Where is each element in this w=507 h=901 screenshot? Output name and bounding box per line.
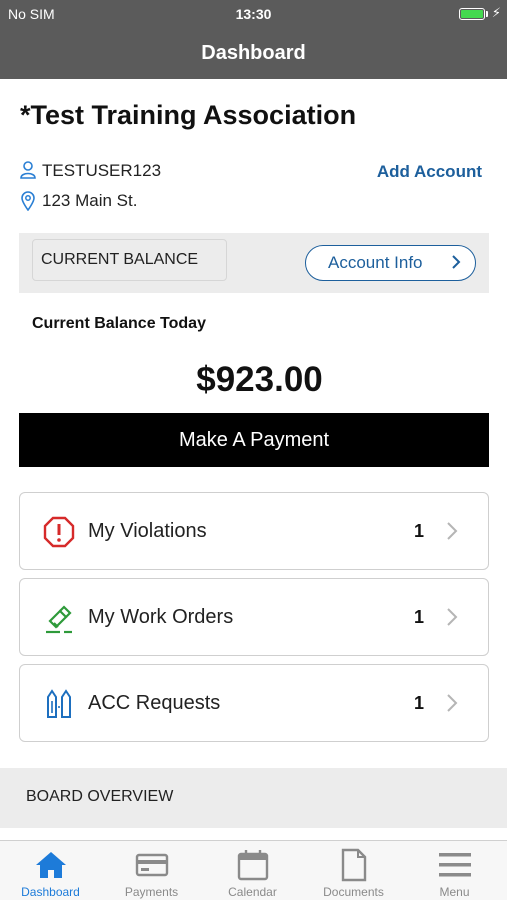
tab-payments[interactable]: Payments <box>101 841 202 901</box>
account-info-button[interactable]: Account Info <box>305 245 476 281</box>
tab-label: Dashboard <box>21 885 80 899</box>
address: 123 Main St. <box>42 191 138 210</box>
document-icon <box>340 847 368 883</box>
balance-header: CURRENT BALANCE Account Info <box>19 233 489 293</box>
association-name: *Test Training Association <box>20 100 357 130</box>
credit-card-icon <box>135 847 169 883</box>
tab-label: Documents <box>323 885 384 899</box>
user-icon <box>20 161 36 181</box>
tab-label: Calendar <box>228 885 277 899</box>
tab-dashboard[interactable]: Dashboard <box>0 841 101 901</box>
tab-documents[interactable]: Documents <box>303 841 404 901</box>
tab-label: Payments <box>124 885 179 899</box>
make-payment-button[interactable]: Make A Payment <box>19 413 489 467</box>
battery-icon <box>459 8 485 20</box>
chevron-right-icon <box>446 521 458 546</box>
username-row: TESTUSER123 <box>20 161 161 181</box>
acc-request-icon <box>42 687 76 721</box>
clock: 13:30 <box>235 6 272 22</box>
acc-requests-label: ACC Requests <box>88 692 221 714</box>
hamburger-menu-icon <box>438 847 472 883</box>
chevron-right-icon <box>446 693 458 718</box>
work-orders-label: My Work Orders <box>88 606 234 628</box>
tab-calendar[interactable]: Calendar <box>202 841 303 901</box>
charging-icon: ⚡ <box>491 5 501 20</box>
calendar-icon <box>237 847 269 883</box>
status-bar: No SIM 13:30 ⚡ <box>0 0 507 28</box>
violations-label: My Violations <box>88 520 207 542</box>
violation-octagon-icon <box>42 515 76 549</box>
account-info-label: Account Info <box>328 253 423 272</box>
balance-amount: $923.00 <box>196 360 323 399</box>
board-overview-section[interactable]: BOARD OVERVIEW <box>0 768 507 828</box>
acc-requests-card[interactable]: ACC Requests 1 <box>19 664 489 742</box>
board-overview-label: BOARD OVERVIEW <box>26 788 174 805</box>
work-order-icon <box>42 601 76 635</box>
balance-label: Current Balance Today <box>32 315 206 332</box>
violations-card[interactable]: My Violations 1 <box>19 492 489 570</box>
tab-bar: Dashboard Payments Calendar Documents Me… <box>0 840 507 900</box>
violations-count: 1 <box>414 521 425 541</box>
address-row: 123 Main St. <box>20 191 137 211</box>
username: TESTUSER123 <box>42 161 162 180</box>
make-payment-label: Make A Payment <box>178 428 330 451</box>
acc-requests-count: 1 <box>414 693 425 713</box>
tab-menu[interactable]: Menu <box>404 841 505 901</box>
chevron-right-icon <box>451 254 461 275</box>
add-account-link[interactable]: Add Account <box>377 162 482 182</box>
nav-title: Dashboard <box>0 28 507 79</box>
location-pin-icon <box>20 191 36 211</box>
chevron-right-icon <box>446 607 458 632</box>
work-orders-card[interactable]: My Work Orders 1 <box>19 578 489 656</box>
tab-label: Menu <box>439 885 470 899</box>
home-icon <box>34 847 68 883</box>
tab-current-balance[interactable]: CURRENT BALANCE <box>32 239 227 281</box>
work-orders-count: 1 <box>414 607 425 627</box>
